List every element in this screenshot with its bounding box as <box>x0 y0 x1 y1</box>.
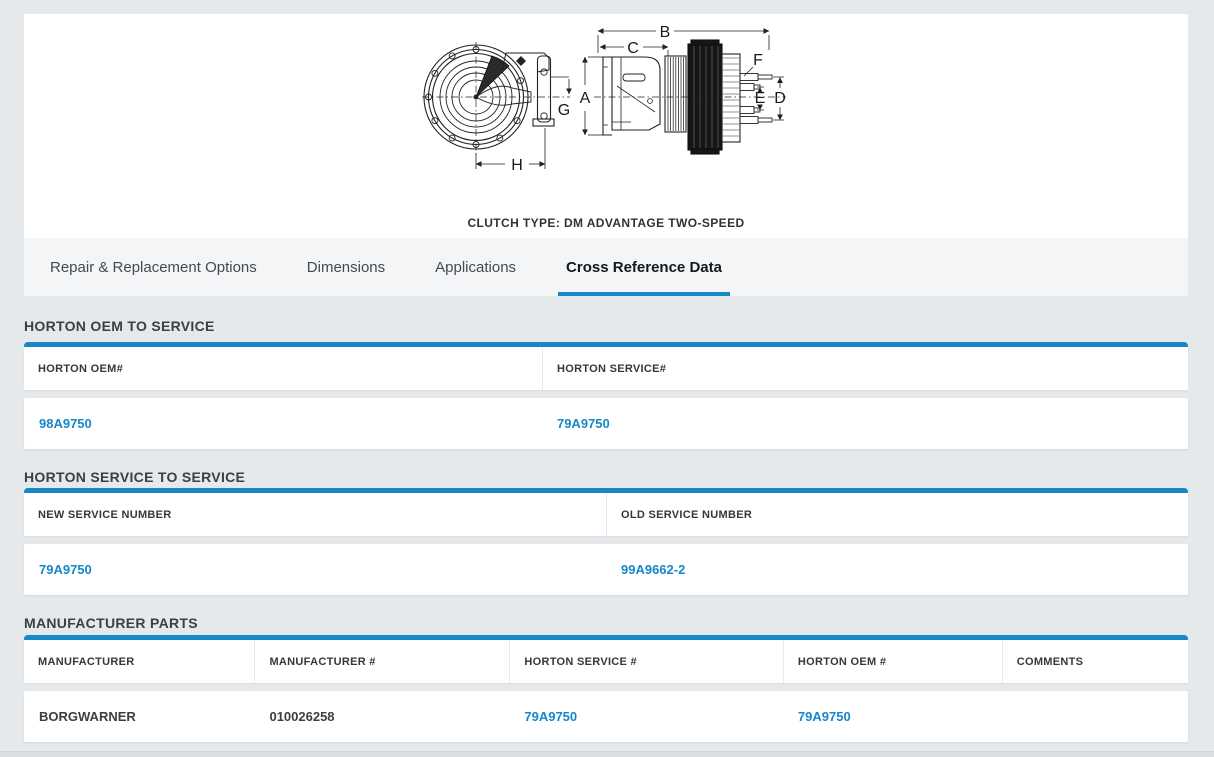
tab-repair-replacement-options[interactable]: Repair & Replacement Options <box>42 238 265 296</box>
front-view: G H <box>422 42 570 174</box>
clutch-diagram: G H B C <box>410 22 790 182</box>
tab-dimensions[interactable]: Dimensions <box>299 238 393 296</box>
table-cell: 79A9750 <box>24 544 606 595</box>
column-header: COMMENTS <box>1002 640 1188 683</box>
part-number-link[interactable]: 98A9750 <box>39 416 92 431</box>
dim-label-d: D <box>774 90 786 107</box>
section-oem-to-service: HORTON OEM TO SERVICE HORTON OEM# HORTON… <box>24 296 1188 449</box>
section-manufacturer-parts: MANUFACTURER PARTS MANUFACTURER MANUFACT… <box>24 595 1188 742</box>
manufacturer-cell: BORGWARNER <box>24 691 254 742</box>
clutch-type-caption: CLUTCH TYPE: DM ADVANTAGE TWO-SPEED <box>24 216 1188 230</box>
dim-label-c: C <box>627 40 639 57</box>
column-header: HORTON OEM# <box>24 347 542 390</box>
part-number-link[interactable]: 79A9750 <box>557 416 610 431</box>
product-detail-page: G H B C <box>0 0 1214 757</box>
table-cell: 79A9750 <box>542 398 1188 449</box>
tab-bar: Repair & Replacement Options Dimensions … <box>24 238 1188 296</box>
dim-label-g: G <box>558 102 570 119</box>
table-cell: 99A9662-2 <box>606 544 1188 595</box>
table-header-row: NEW SERVICE NUMBER OLD SERVICE NUMBER <box>24 488 1188 536</box>
page-bottom-edge <box>0 751 1214 757</box>
table-header-row: HORTON OEM# HORTON SERVICE# <box>24 342 1188 390</box>
table-cell: 79A9750 <box>509 691 783 742</box>
part-number-link[interactable]: 99A9662-2 <box>621 562 685 577</box>
dim-label-e: E <box>755 90 766 107</box>
column-header: HORTON OEM # <box>783 640 1002 683</box>
cross-reference-content: HORTON OEM TO SERVICE HORTON OEM# HORTON… <box>24 296 1188 742</box>
side-view: B C A <box>580 24 786 154</box>
column-header: MANUFACTURER # <box>254 640 509 683</box>
part-number-link[interactable]: 79A9750 <box>798 709 851 724</box>
tab-cross-reference-data[interactable]: Cross Reference Data <box>558 238 730 296</box>
dim-label-b: B <box>660 24 671 41</box>
dim-label-f: F <box>753 52 763 69</box>
table-row: BORGWARNER 010026258 79A9750 79A9750 <box>24 691 1188 742</box>
section-title: HORTON OEM TO SERVICE <box>24 296 1188 342</box>
manufacturer-number-cell: 010026258 <box>254 691 509 742</box>
column-header: HORTON SERVICE# <box>542 347 1188 390</box>
diagram-card: G H B C <box>24 14 1188 238</box>
table-header-row: MANUFACTURER MANUFACTURER # HORTON SERVI… <box>24 635 1188 683</box>
table-row: 79A9750 99A9662-2 <box>24 544 1188 595</box>
table-cell: 79A9750 <box>783 691 1002 742</box>
table-cell: 98A9750 <box>24 398 542 449</box>
part-number-link[interactable]: 79A9750 <box>524 709 577 724</box>
column-header: MANUFACTURER <box>24 640 254 683</box>
column-header: OLD SERVICE NUMBER <box>606 493 1188 536</box>
part-number-link[interactable]: 79A9750 <box>39 562 92 577</box>
dim-label-h: H <box>511 157 523 174</box>
table-row: 98A9750 79A9750 <box>24 398 1188 449</box>
column-header: HORTON SERVICE # <box>509 640 783 683</box>
comments-cell <box>1002 691 1188 742</box>
section-title: MANUFACTURER PARTS <box>24 595 1188 635</box>
tab-applications[interactable]: Applications <box>427 238 524 296</box>
column-header: NEW SERVICE NUMBER <box>24 493 606 536</box>
dim-label-a: A <box>580 90 591 107</box>
section-title: HORTON SERVICE TO SERVICE <box>24 449 1188 488</box>
section-service-to-service: HORTON SERVICE TO SERVICE NEW SERVICE NU… <box>24 449 1188 595</box>
